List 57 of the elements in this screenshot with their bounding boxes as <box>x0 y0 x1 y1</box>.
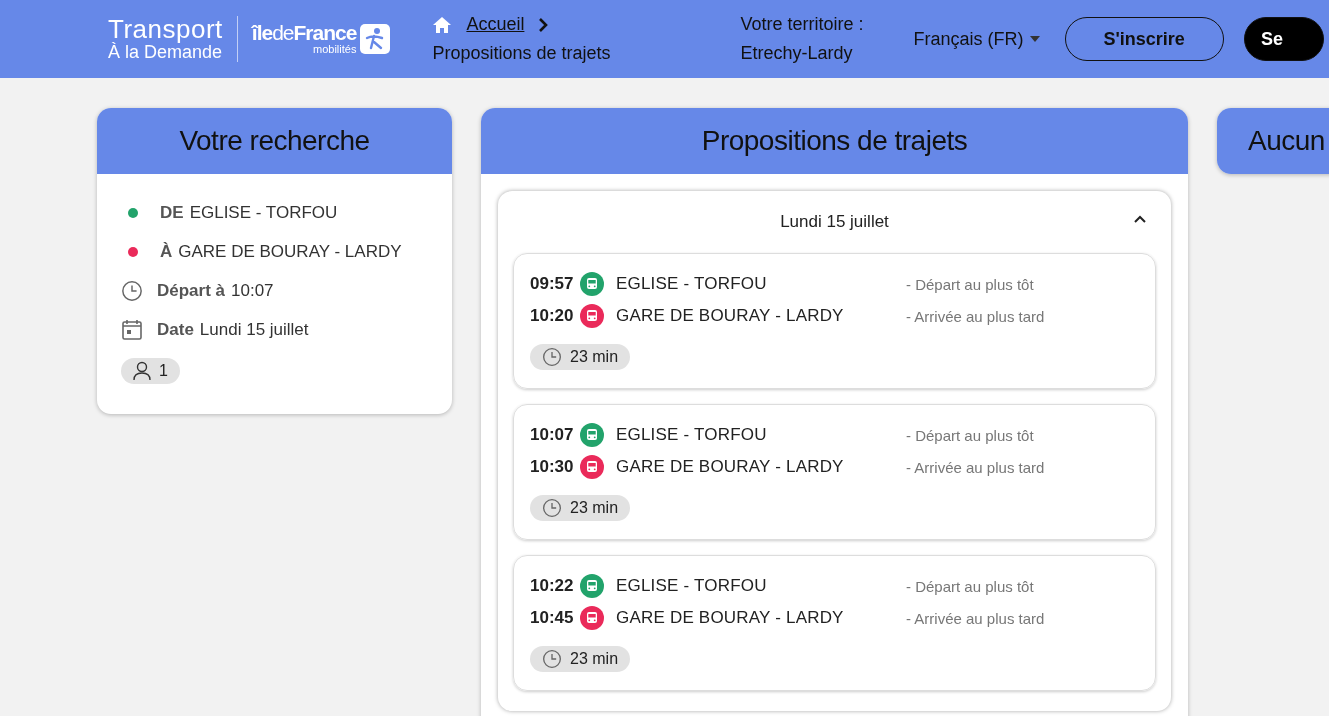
trip-stop: GARE DE BOURAY - LARDY <box>616 457 845 477</box>
brand-title: Transport <box>108 16 223 42</box>
trip-time: 10:22 <box>530 576 575 596</box>
duration-text: 23 min <box>570 650 619 668</box>
trip-stop: EGLISE - TORFOU <box>616 274 768 294</box>
trip-card[interactable]: 10:22 EGLISE - TORFOU - Départ au plus tôt 10:45 GARE DE BOURAY - LARDY - Arrivée au plus tard 23 min <box>513 555 1156 691</box>
day-header[interactable]: Lundi 15 juillet <box>513 191 1156 253</box>
brand-subtitle: À la Demande <box>108 42 223 62</box>
trip-card[interactable]: 09:57 EGLISE - TORFOU - Départ au plus tôt 10:20 GARE DE BOURAY - LARDY - Arrivée au plus tard 23 min <box>513 253 1156 389</box>
trip-time: 10:07 <box>530 425 575 445</box>
trip-note: - Arrivée au plus tard <box>906 458 1046 476</box>
trip-stop: EGLISE - TORFOU <box>616 425 768 445</box>
caret-icon <box>1029 36 1040 42</box>
stop-name: GARE DE BOURAY - LARDY <box>178 242 402 262</box>
duration-text: 23 min <box>570 348 619 366</box>
panel-title: Propositions de trajets <box>481 108 1188 174</box>
trip-time: 10:30 <box>530 457 575 477</box>
trip-stop: GARE DE BOURAY - LARDY <box>616 306 845 326</box>
stop-prefix: DE <box>160 203 184 223</box>
clock-icon <box>542 347 562 367</box>
trip-time: 10:45 <box>530 608 575 628</box>
walking-person-icon <box>360 24 391 54</box>
breadcrumb-current: Propositions de trajets <box>432 43 611 64</box>
stop-prefix: À <box>160 242 173 262</box>
panel-title: Aucun <box>1217 108 1329 174</box>
date-value: Lundi 15 juillet <box>199 320 309 340</box>
language-select[interactable]: Français (FR) <box>913 28 1040 50</box>
trip-stop: EGLISE - TORFOU <box>616 576 768 596</box>
departure-label: Départ à <box>157 281 226 301</box>
territory-label: Votre territoire : <box>740 14 864 35</box>
trip-time: 09:57 <box>530 274 575 294</box>
person-icon <box>133 361 151 381</box>
partner-logo-subtitle: mobilités <box>313 43 357 55</box>
panel-title: Votre recherche <box>97 108 452 174</box>
home-link[interactable]: Accueil <box>466 14 525 35</box>
calendar-icon <box>121 319 143 341</box>
stop-name: EGLISE - TORFOU <box>189 203 338 223</box>
trip-note: - Départ au plus tôt <box>906 426 1035 444</box>
territory-value: Etrechy-Lardy <box>740 43 854 64</box>
trip-card[interactable]: 10:07 EGLISE - TORFOU - Départ au plus tôt 10:30 GARE DE BOURAY - LARDY - Arrivée au plus tard 23 min <box>513 404 1156 540</box>
trip-note: - Arrivée au plus tard <box>906 609 1046 627</box>
trip-note: - Arrivée au plus tard <box>906 307 1046 325</box>
trip-note: - Départ au plus tôt <box>906 275 1035 293</box>
trip-time: 10:20 <box>530 306 575 326</box>
clock-icon <box>121 280 143 302</box>
departure-time: 10:07 <box>231 281 274 301</box>
trip-note: - Départ au plus tôt <box>906 577 1035 595</box>
trip-stop: GARE DE BOURAY - LARDY <box>616 608 845 628</box>
date-label: Date <box>157 320 194 340</box>
home-icon[interactable] <box>432 15 453 34</box>
partner-logo-name: îledeFrance <box>251 23 357 43</box>
clock-icon <box>542 498 562 518</box>
duration-text: 23 min <box>570 499 619 517</box>
passenger-number: 1 <box>159 362 168 380</box>
clock-icon <box>542 649 562 669</box>
login-button[interactable]: Se <box>1243 17 1324 61</box>
chevron-right-icon <box>538 16 549 33</box>
